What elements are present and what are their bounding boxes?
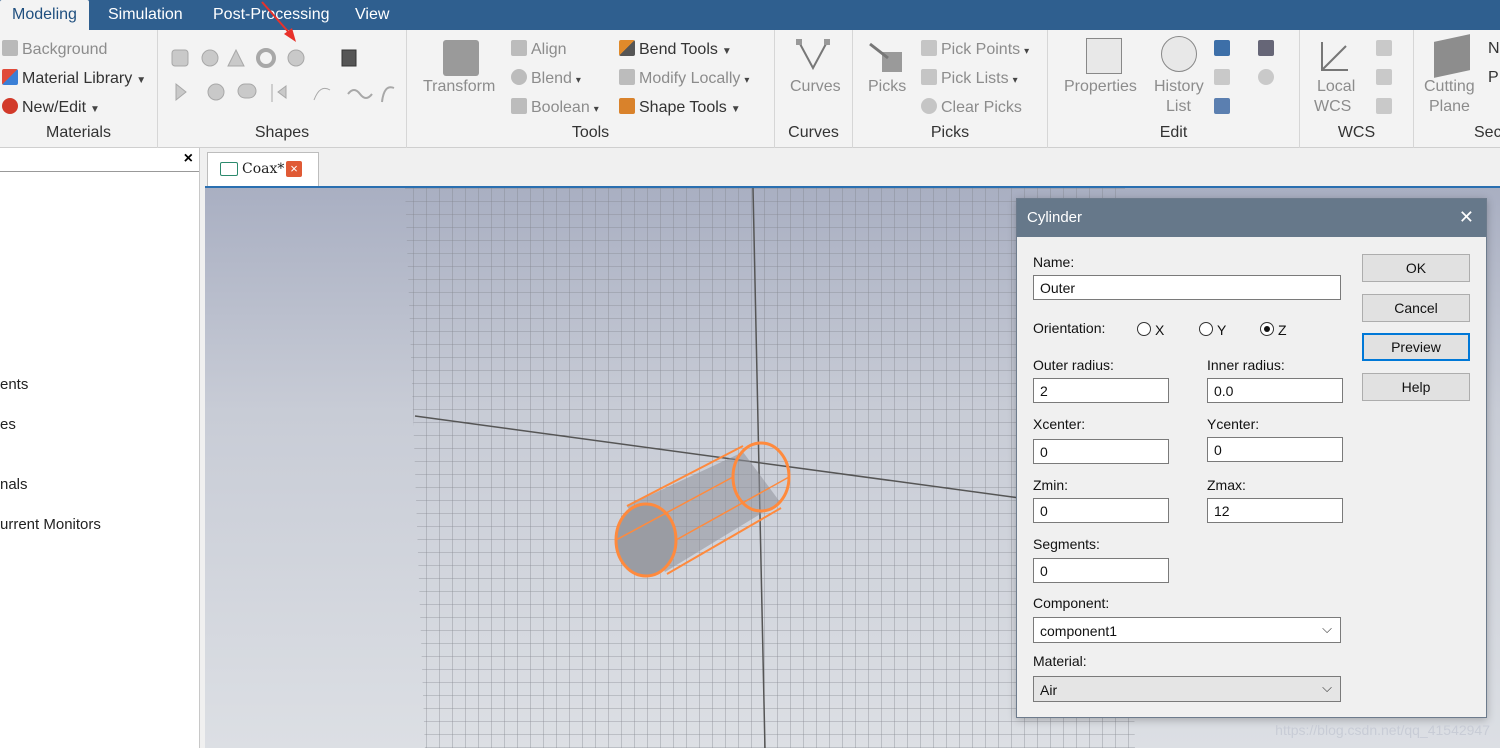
component-label: Component:: [1033, 595, 1110, 611]
segments-label: Segments:: [1033, 536, 1100, 552]
xcenter-label: Xcenter:: [1033, 416, 1086, 432]
orientation-x-label: X: [1155, 322, 1165, 338]
dialog-title-bar[interactable]: Cylinder ✕: [1017, 199, 1486, 237]
zmax-input[interactable]: 12: [1207, 498, 1343, 523]
zmax-label: Zmax:: [1207, 477, 1246, 493]
cylinder-dialog: Cylinder ✕ Name: Outer Orientation: X Y …: [1016, 198, 1487, 718]
orientation-y-label: Y: [1217, 322, 1227, 338]
material-label: Material:: [1033, 653, 1087, 669]
close-icon[interactable]: ✕: [1459, 207, 1474, 228]
xcenter-input[interactable]: 0: [1033, 439, 1169, 464]
outer-radius-label: Outer radius:: [1033, 357, 1114, 373]
cancel-button[interactable]: Cancel: [1362, 294, 1470, 322]
chevron-down-icon: ⌵: [1322, 621, 1332, 636]
orientation-z-label: Z: [1278, 322, 1287, 338]
dialog-title: Cylinder: [1027, 209, 1083, 226]
material-select[interactable]: Air ⌵: [1033, 676, 1341, 702]
watermark: https://blog.csdn.net/qq_41542947: [1275, 722, 1490, 738]
orientation-label: Orientation:: [1033, 320, 1106, 336]
ycenter-label: Ycenter:: [1207, 416, 1260, 432]
orientation-z-radio[interactable]: [1260, 322, 1274, 336]
ycenter-input[interactable]: 0: [1207, 437, 1343, 462]
orientation-y-radio[interactable]: [1199, 322, 1213, 336]
component-select[interactable]: component1 ⌵: [1033, 617, 1341, 643]
material-value: Air: [1040, 682, 1058, 698]
segments-input[interactable]: 0: [1033, 558, 1169, 583]
help-button[interactable]: Help: [1362, 373, 1470, 401]
ok-button[interactable]: OK: [1362, 254, 1470, 282]
zmin-label: Zmin:: [1033, 477, 1068, 493]
chevron-down-icon: ⌵: [1322, 680, 1332, 695]
inner-radius-label: Inner radius:: [1207, 357, 1285, 373]
name-label: Name:: [1033, 254, 1075, 270]
annotation-arrow-shapes: [261, 1, 296, 42]
orientation-x-radio[interactable]: [1137, 322, 1151, 336]
outer-radius-input[interactable]: 2: [1033, 378, 1169, 403]
component-value: component1: [1040, 623, 1118, 639]
inner-radius-input[interactable]: 0.0: [1207, 378, 1343, 403]
zmin-input[interactable]: 0: [1033, 498, 1169, 523]
name-input[interactable]: Outer: [1033, 275, 1341, 300]
preview-button[interactable]: Preview: [1362, 333, 1470, 361]
